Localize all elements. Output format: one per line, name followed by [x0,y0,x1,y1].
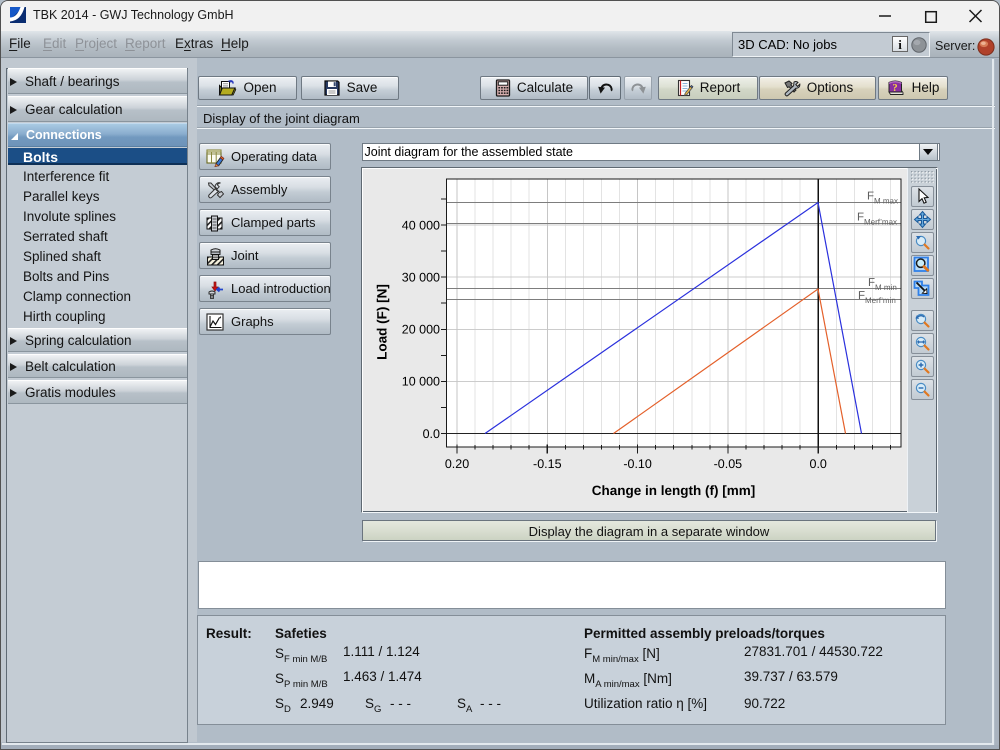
svg-text:F: F [857,212,864,224]
svg-text:10 000: 10 000 [402,375,440,389]
svg-text:M min: M min [875,283,897,292]
svg-text:Merf’max: Merf’max [864,218,897,227]
svg-text:F: F [868,277,875,289]
svg-text:0.20: 0.20 [445,457,469,471]
svg-text:F: F [867,191,874,203]
svg-text:30 000: 30 000 [402,271,440,285]
svg-text:Change in length (f) [mm]: Change in length (f) [mm] [592,483,755,498]
svg-text:M max: M max [874,197,898,206]
svg-text:-0.05: -0.05 [714,457,743,471]
svg-text:-0.15: -0.15 [533,457,562,471]
svg-text:0.0: 0.0 [810,457,827,471]
svg-text:Merf’min: Merf’min [865,296,896,305]
svg-text:0.0: 0.0 [423,427,440,441]
svg-text:F: F [858,290,865,302]
svg-text:?: ? [892,83,897,94]
svg-text:20 000: 20 000 [402,323,440,337]
svg-text:-0.10: -0.10 [623,457,652,471]
svg-text:40 000: 40 000 [402,218,440,232]
svg-text:Load (F) [N]: Load (F) [N] [375,284,390,360]
